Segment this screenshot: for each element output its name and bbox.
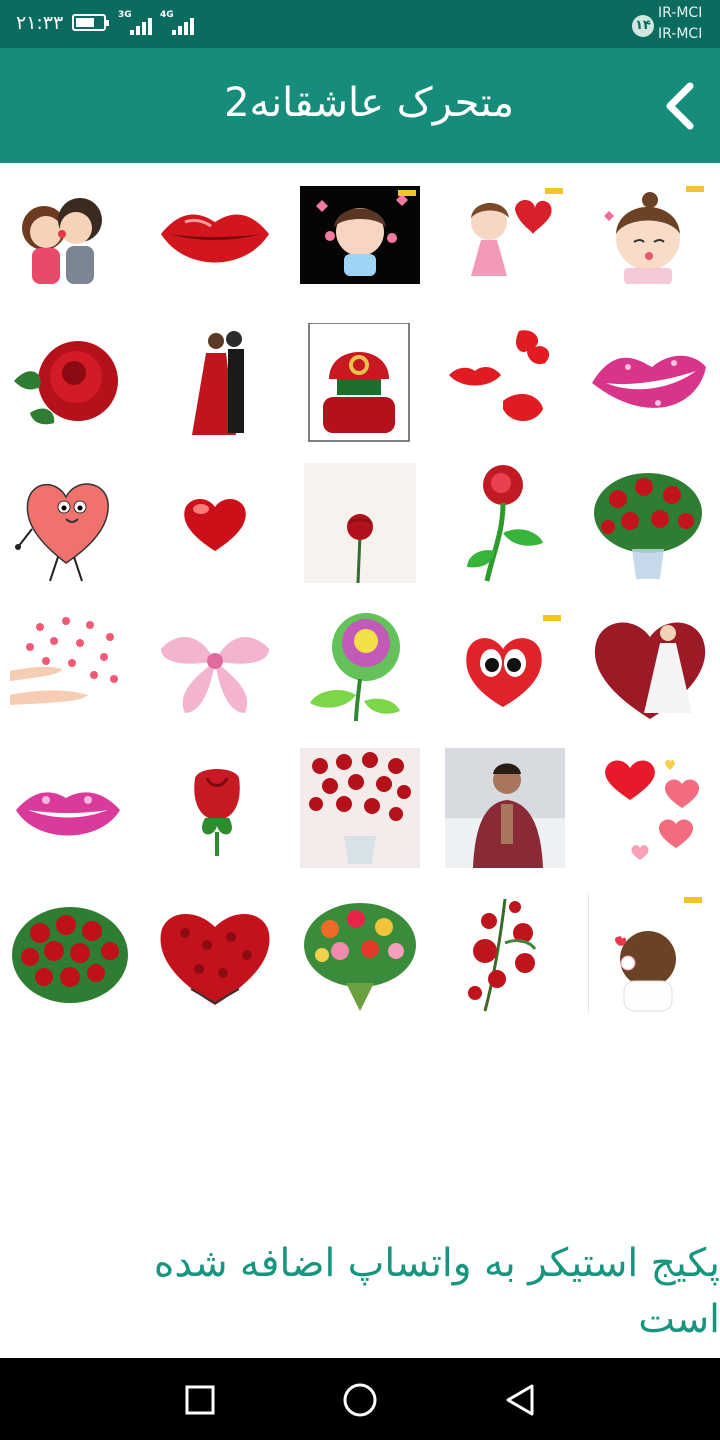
circle-icon bbox=[343, 1383, 377, 1417]
navigation-bar bbox=[0, 1358, 720, 1440]
back-nav-button[interactable] bbox=[500, 1380, 540, 1420]
sticker-floating-hearts[interactable] bbox=[590, 748, 710, 868]
home-button[interactable] bbox=[340, 1380, 380, 1420]
carrier-badge: ۱۴ bbox=[632, 15, 654, 37]
sticker-rose-vase[interactable] bbox=[588, 463, 708, 583]
sticker-red-rose[interactable] bbox=[10, 323, 130, 443]
sticker-red-3d-heart[interactable] bbox=[155, 463, 275, 583]
sticker-hands-with-hearts[interactable] bbox=[10, 603, 130, 723]
square-icon bbox=[185, 1385, 215, 1415]
status-bar: ۲۱:۳۳ 3G 4G ۱۴ IR-MCI IR-MCI bbox=[0, 0, 720, 48]
sticker-heart-face[interactable] bbox=[445, 603, 565, 723]
carrier-label: IR-MCI bbox=[658, 26, 703, 42]
app-bar: متحرک عاشقانه2 bbox=[0, 48, 720, 163]
battery-icon bbox=[72, 14, 109, 31]
recents-button[interactable] bbox=[180, 1380, 220, 1420]
sticker-bride-glitter-heart[interactable] bbox=[590, 603, 710, 723]
sticker-ring-box[interactable] bbox=[305, 323, 425, 443]
sticker-dancing-couple[interactable] bbox=[160, 323, 280, 443]
sticker-girl-with-heart-balloon[interactable] bbox=[445, 176, 565, 296]
sticker-red-roses-branch[interactable] bbox=[445, 893, 565, 1013]
sticker-rose-bud[interactable] bbox=[155, 748, 275, 868]
sticker-girl-with-hearts[interactable] bbox=[300, 176, 420, 296]
signal-icon: 4G bbox=[160, 10, 200, 36]
sticker-lips-and-bow[interactable] bbox=[445, 323, 565, 443]
sticker-heart-character[interactable] bbox=[10, 463, 130, 583]
sticker-single-rose-photo[interactable] bbox=[300, 463, 420, 583]
sticker-girl-blowing-kiss[interactable] bbox=[590, 176, 710, 296]
sticker-red-rose-bouquet[interactable] bbox=[10, 893, 130, 1013]
page-title: متحرک عاشقانه2 bbox=[224, 80, 514, 126]
sticker-red-lips[interactable] bbox=[155, 176, 275, 296]
sticker-mixed-flower-bouquet[interactable] bbox=[300, 893, 420, 1013]
signal-icon: 3G bbox=[118, 10, 158, 36]
sticker-glitter-rose[interactable] bbox=[445, 463, 565, 583]
back-button[interactable] bbox=[656, 78, 706, 134]
sticker-man-in-snow-photo[interactable] bbox=[445, 748, 565, 868]
sticker-added-message: پکیج استیکر به واتساپ اضافه شده است bbox=[153, 1241, 720, 1342]
triangle-back-icon bbox=[506, 1384, 534, 1416]
sticker-glitter-pink-lips[interactable] bbox=[588, 323, 708, 443]
sticker-shy-girl[interactable] bbox=[588, 893, 708, 1013]
status-time: ۲۱:۳۳ bbox=[16, 12, 64, 34]
carrier-label: IR-MCI bbox=[658, 5, 703, 21]
sticker-pink-glitter-bow[interactable] bbox=[155, 603, 275, 723]
sticker-rainbow-rose[interactable] bbox=[300, 603, 420, 723]
sticker-pink-glitter-lips[interactable] bbox=[8, 748, 128, 868]
sticker-rose-heart[interactable] bbox=[155, 893, 275, 1013]
sticker-rose-bouquet-vase[interactable] bbox=[300, 748, 420, 868]
chevron-left-icon bbox=[666, 82, 694, 130]
sticker-kissing-couple[interactable] bbox=[0, 176, 120, 296]
